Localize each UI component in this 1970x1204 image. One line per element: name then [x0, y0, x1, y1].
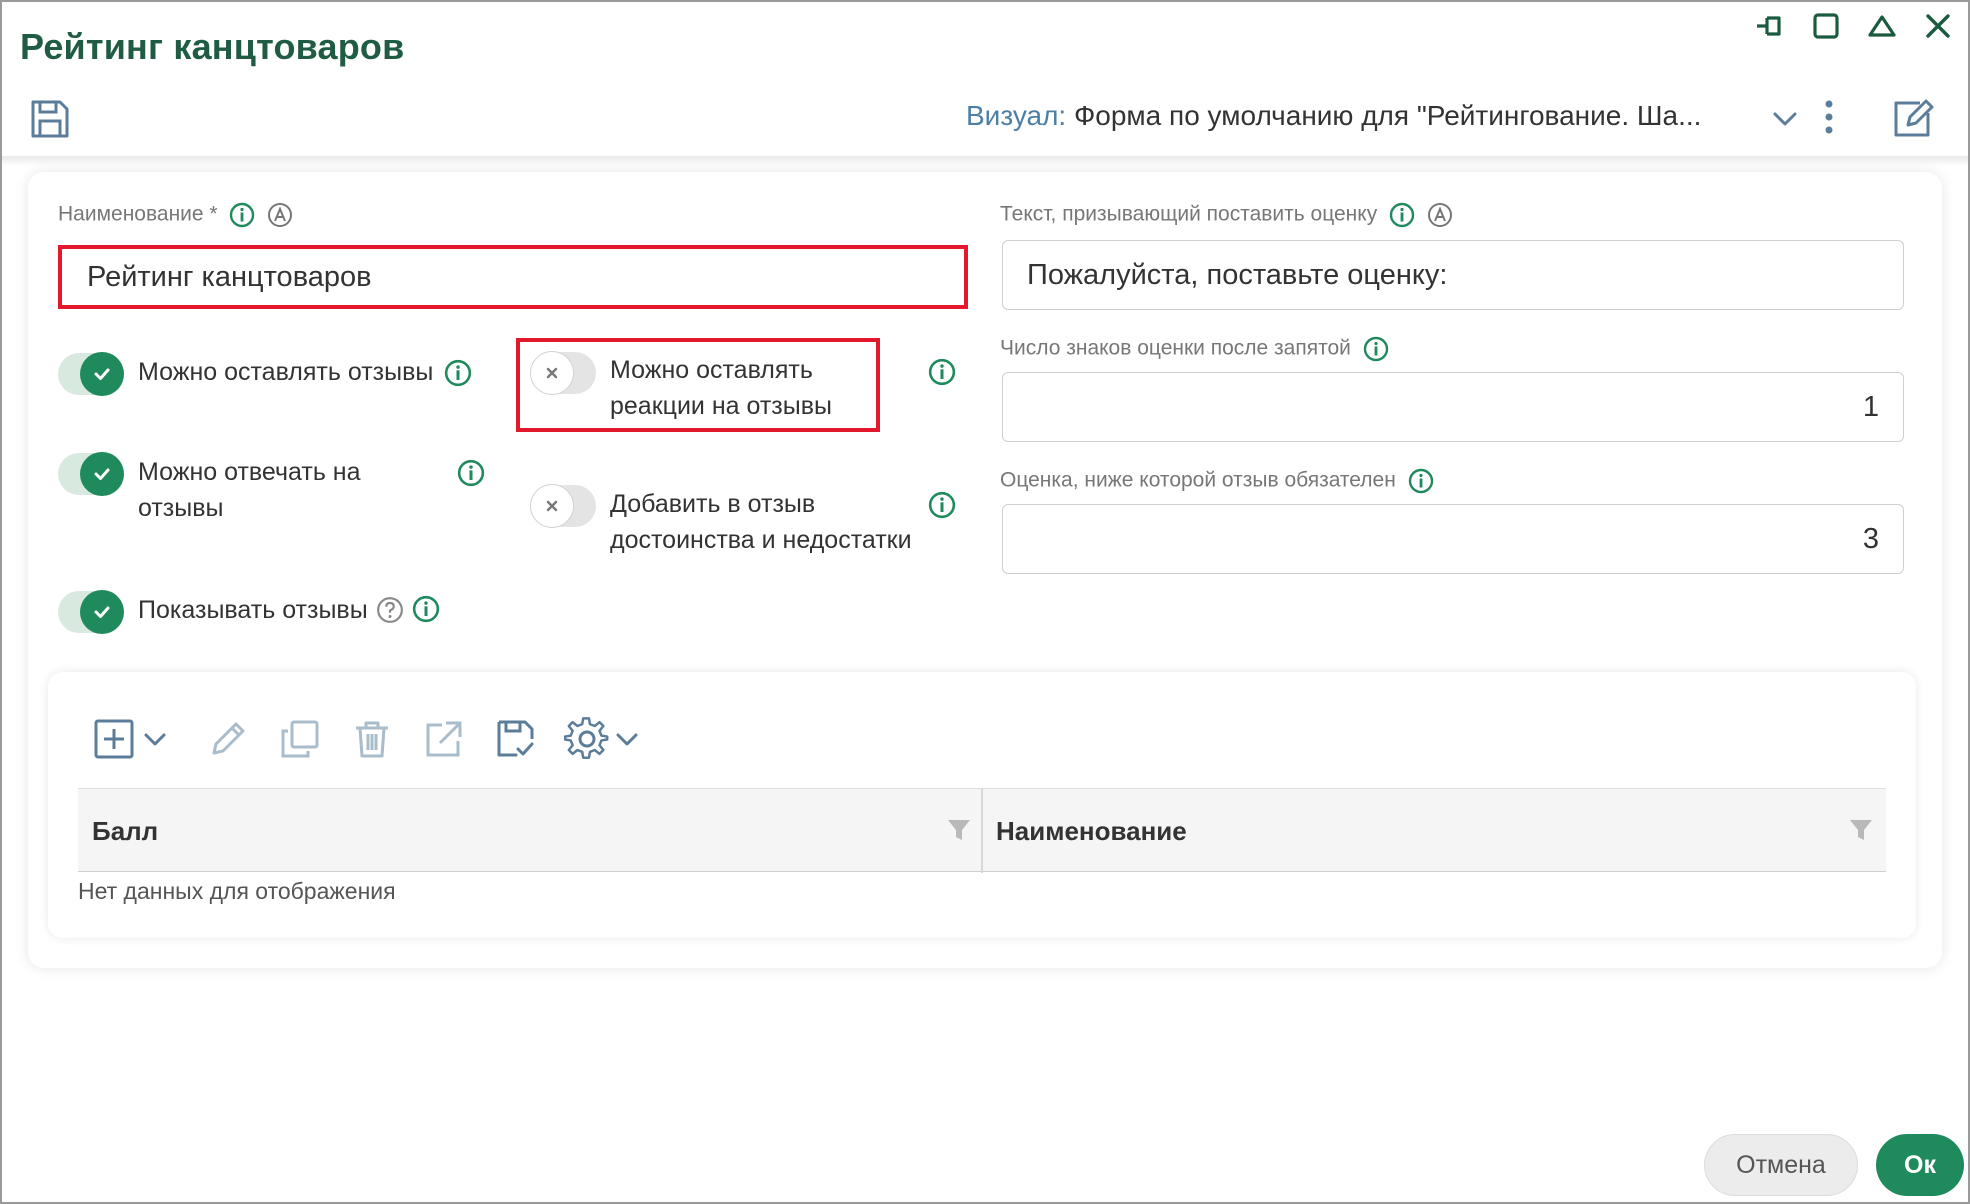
window-controls: [1752, 8, 1956, 44]
filter-icon[interactable]: [946, 817, 972, 843]
delete-row-button[interactable]: [350, 714, 394, 764]
toggle-knob: [80, 452, 124, 496]
threshold-input-value: 3: [1862, 522, 1879, 555]
prompt-input[interactable]: Пожалуйста, поставьте оценку:: [1002, 240, 1904, 310]
info-icon[interactable]: [457, 459, 485, 487]
visual-value: Форма по умолчанию для "Рейтингование. Ш…: [1074, 100, 1702, 131]
allow-reviews-label: Можно оставлять отзывы: [138, 358, 434, 386]
decimals-input[interactable]: 1: [1002, 372, 1904, 442]
info-icon[interactable]: [444, 359, 472, 387]
edit-icon: [212, 722, 245, 755]
add-pros-cons-toggle[interactable]: [530, 484, 596, 528]
check-icon: [94, 468, 110, 480]
threshold-label-text: Оценка, ниже которой отзыв обязателен: [1000, 468, 1396, 492]
empty-grid-message: Нет данных для отображения: [78, 878, 396, 904]
show-reviews-label: Показывать отзывы: [138, 596, 368, 624]
cross-icon: [546, 500, 558, 512]
edit-form-icon: [1894, 99, 1934, 137]
close-icon[interactable]: [1920, 8, 1956, 44]
chevron-down-icon[interactable]: [140, 717, 170, 761]
grid-header-row: Балл Наименование: [78, 788, 1886, 873]
column-separator: [981, 789, 983, 873]
prompt-label-text: Текст, призывающий поставить оценку: [1000, 202, 1378, 226]
edit-form-button[interactable]: [1890, 95, 1936, 141]
threshold-input[interactable]: 3: [1002, 504, 1904, 574]
info-icon[interactable]: [412, 595, 440, 623]
maximize-icon[interactable]: [1808, 8, 1844, 44]
chevron-down-icon[interactable]: [612, 717, 642, 761]
name-label-text: Наименование *: [58, 202, 218, 226]
info-icon[interactable]: [1363, 336, 1389, 362]
chevron-down-icon[interactable]: [1770, 106, 1800, 132]
column-header-name[interactable]: Наименование: [996, 789, 1187, 873]
prompt-input-value: Пожалуйста, поставьте оценку:: [1027, 258, 1448, 291]
save-button[interactable]: [28, 97, 72, 141]
pin-icon[interactable]: [1752, 8, 1788, 44]
settings-icon: [564, 717, 609, 759]
name-field-label: Наименование *: [58, 202, 293, 228]
prompt-field-label: Текст, призывающий поставить оценку: [1000, 202, 1453, 228]
help-icon[interactable]: [376, 596, 404, 624]
delete-icon: [356, 721, 388, 758]
copy-row-button[interactable]: [278, 714, 322, 764]
save-check-icon: [497, 720, 534, 757]
add-row-button[interactable]: [92, 714, 170, 764]
more-options-icon[interactable]: [1820, 97, 1838, 137]
decimals-label-text: Число знаков оценки после запятой: [1000, 336, 1351, 360]
edit-row-button[interactable]: [206, 714, 250, 764]
show-reviews-toggle[interactable]: [58, 590, 124, 634]
dialog-title: Рейтинг канцтоваров: [20, 26, 405, 67]
cancel-button[interactable]: Отмена: [1704, 1134, 1858, 1196]
threshold-field-label: Оценка, ниже которой отзыв обязателен: [1000, 468, 1434, 494]
allow-replies-label: Можно отвечать на отзывы: [138, 454, 361, 526]
info-icon[interactable]: [928, 358, 956, 386]
visual-label: Визуал:: [966, 100, 1067, 131]
dialog-window: Рейтинг канцтоваров Визуал: Форма по умо…: [0, 0, 1970, 1204]
collapse-icon[interactable]: [1864, 8, 1900, 44]
toggle-knob: [80, 352, 124, 396]
add-pros-cons-label: Добавить в отзыв достоинства и недостатк…: [610, 486, 912, 558]
copy-icon: [281, 720, 319, 758]
save-rows-button[interactable]: [494, 714, 538, 764]
decimals-field-label: Число знаков оценки после запятой: [1000, 336, 1389, 362]
allow-replies-toggle[interactable]: [58, 452, 124, 496]
allow-reviews-toggle[interactable]: [58, 352, 124, 396]
column-header-score[interactable]: Балл: [92, 789, 158, 873]
toggle-knob: [80, 590, 124, 634]
add-pros-cons-label-line1: Добавить в отзыв: [610, 490, 816, 518]
auto-icon[interactable]: [267, 202, 293, 228]
grid-settings-button[interactable]: [564, 714, 642, 764]
info-icon[interactable]: [928, 491, 956, 519]
header-divider: [2, 156, 1968, 166]
visual-selector[interactable]: Визуал: Форма по умолчанию для "Рейтинго…: [966, 100, 1701, 132]
ok-button[interactable]: Ок: [1876, 1134, 1964, 1196]
info-icon[interactable]: [1408, 468, 1434, 494]
check-icon: [94, 606, 110, 618]
add-icon: [94, 719, 134, 759]
add-pros-cons-label-line2: достоинства и недостатки: [610, 526, 912, 554]
info-icon[interactable]: [229, 202, 255, 228]
allow-replies-label-line2: отзывы: [138, 494, 224, 522]
allow-replies-label-line1: Можно отвечать на: [138, 458, 361, 486]
reactions-highlight-frame: [516, 338, 880, 432]
name-highlight-frame: [58, 245, 968, 309]
open-external-icon: [426, 721, 462, 757]
auto-icon[interactable]: [1427, 202, 1453, 228]
check-icon: [94, 368, 110, 380]
decimals-input-value: 1: [1862, 390, 1879, 423]
floppy-icon: [31, 100, 69, 138]
info-icon[interactable]: [1389, 202, 1415, 228]
filter-icon[interactable]: [1848, 817, 1874, 843]
toggle-knob: [530, 484, 574, 528]
open-row-button[interactable]: [422, 714, 466, 764]
